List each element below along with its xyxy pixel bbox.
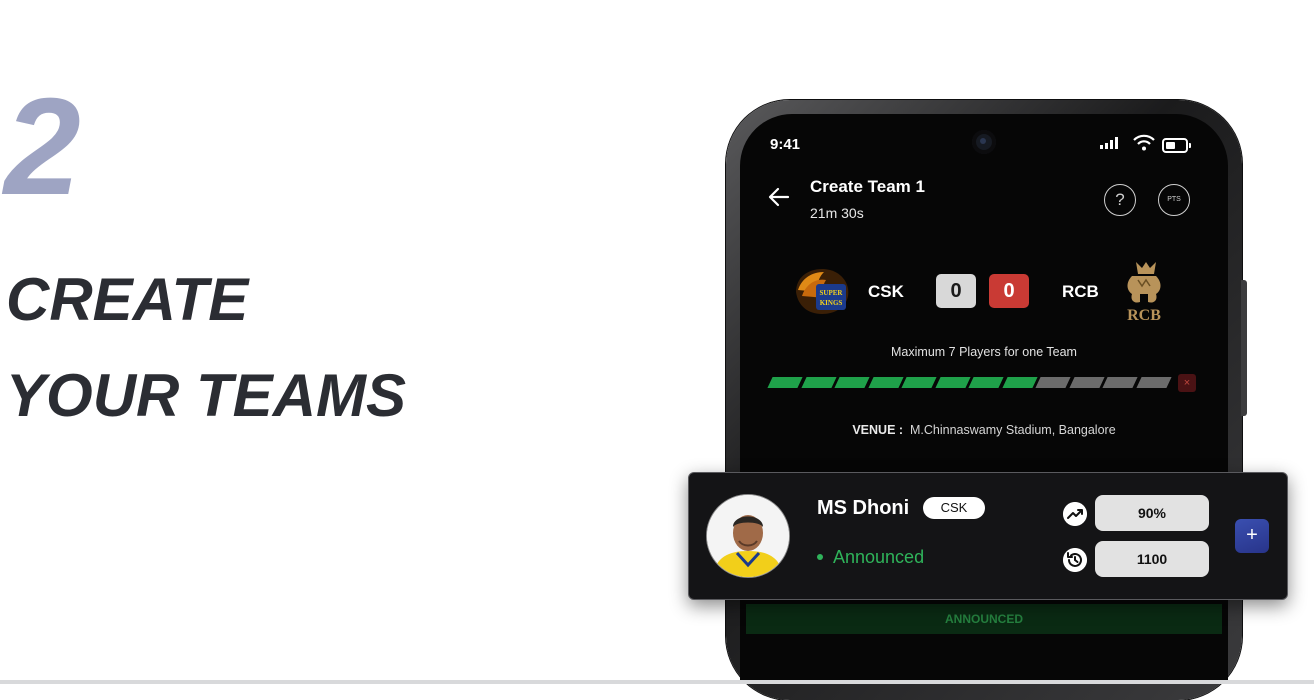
back-arrow-icon[interactable] — [766, 184, 792, 210]
help-icon[interactable]: ? — [1104, 184, 1136, 216]
history-icon — [1063, 548, 1087, 572]
status-time: 9:41 — [770, 136, 801, 153]
venue-name: M.Chinnaswamy Stadium, Bangalore — [910, 423, 1116, 437]
svg-text:KINGS: KINGS — [820, 299, 843, 307]
progress-segment — [1068, 377, 1105, 388]
svg-text:SUPER: SUPER — [820, 289, 844, 297]
points-icon[interactable]: PTS — [1158, 184, 1190, 216]
selection-progress — [767, 377, 1180, 389]
progress-segment — [1001, 377, 1038, 388]
wifi-icon — [1133, 134, 1155, 151]
phone-side-button — [1241, 280, 1247, 416]
selected-by-value: 90% — [1095, 495, 1209, 531]
announced-section-header: ANNOUNCED — [746, 604, 1222, 634]
hero-title-line1: CREATE — [6, 266, 249, 333]
add-player-button[interactable]: + — [1235, 519, 1269, 553]
team1-name: CSK — [868, 282, 904, 301]
status-dot-icon — [817, 554, 823, 560]
csk-logo: SUPER KINGS — [796, 268, 849, 314]
player-name: MS Dhoni — [817, 497, 910, 519]
progress-segment — [867, 377, 904, 388]
countdown-timer: 21m 30s — [810, 205, 864, 221]
player-team-badge: CSK — [923, 497, 985, 519]
page-title: Create Team 1 — [810, 177, 925, 196]
hero-title-line2: YOUR TEAMS — [6, 362, 407, 429]
battery-icon — [1162, 138, 1191, 153]
svg-text:RCB: RCB — [1127, 307, 1161, 324]
player-avatar — [706, 494, 790, 578]
progress-segment — [767, 377, 803, 388]
venue-info: VENUE : M.Chinnaswamy Stadium, Bangalore — [740, 423, 1228, 437]
close-icon[interactable]: × — [1178, 374, 1196, 392]
venue-label: VENUE : — [852, 423, 904, 437]
progress-segment — [1102, 377, 1138, 388]
team2-name: RCB — [1062, 282, 1099, 301]
progress-segment — [934, 377, 971, 388]
rcb-logo: RCB — [1127, 262, 1161, 324]
step-number: 2 — [4, 70, 81, 224]
status-icons — [1096, 134, 1196, 154]
progress-segment — [968, 377, 1004, 388]
progress-segment — [834, 377, 870, 388]
trending-icon — [1063, 502, 1087, 526]
player-card[interactable]: MS Dhoni CSK Announced 90% 1100 + — [688, 472, 1288, 600]
progress-segment — [800, 377, 837, 388]
max-players-message: Maximum 7 Players for one Team — [891, 345, 1077, 359]
credits-value: 1100 — [1095, 541, 1209, 577]
bottom-divider — [0, 680, 1314, 684]
team2-score: 0 — [989, 274, 1029, 308]
progress-segment — [1035, 377, 1071, 388]
front-camera — [972, 130, 996, 154]
progress-segment — [901, 377, 937, 388]
team1-score: 0 — [936, 274, 976, 308]
player-status: Announced — [833, 547, 925, 567]
progress-segment — [1135, 377, 1172, 388]
signal-icon — [1100, 137, 1122, 149]
